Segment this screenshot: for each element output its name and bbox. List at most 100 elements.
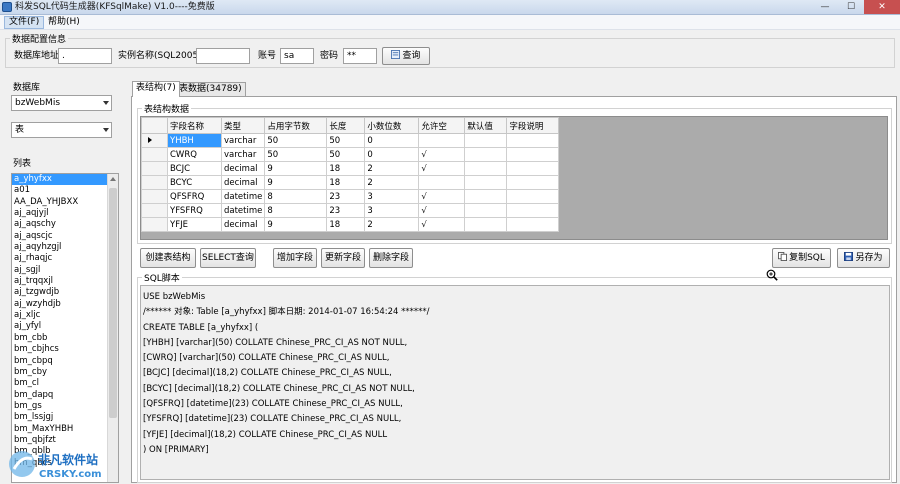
table-row[interactable]: YFSFRQ datetime 8 23 3 √ — [141, 203, 560, 218]
grid-cell[interactable] — [506, 175, 560, 190]
row-header[interactable] — [141, 175, 168, 190]
query-button[interactable]: 查询 — [382, 47, 430, 65]
column-header[interactable]: 小数位数 — [364, 117, 420, 134]
column-header[interactable]: 默认值 — [464, 117, 508, 134]
row-header[interactable] — [141, 203, 168, 218]
grid-cell[interactable]: varchar — [220, 147, 266, 162]
grid-cell[interactable]: 50 — [264, 147, 328, 162]
list-item[interactable]: bm_gs — [12, 401, 118, 412]
table-row[interactable]: BCJC decimal 9 18 2 √ — [141, 161, 560, 176]
grid-cell[interactable]: CWRQ — [167, 147, 222, 162]
grid-cell[interactable]: √ — [418, 203, 466, 218]
sql-script-box[interactable]: USE bzWebMis /****** 对象: Table [a_yhyfxx]… — [140, 285, 890, 480]
grid-cell[interactable] — [418, 133, 466, 148]
grid-cell[interactable]: 0 — [364, 147, 420, 162]
grid-cell[interactable]: √ — [418, 217, 466, 232]
grid-cell[interactable]: 9 — [264, 175, 328, 190]
grid-cell[interactable]: 18 — [326, 217, 366, 232]
close-button[interactable]: ✕ — [864, 0, 900, 14]
server-input[interactable]: . — [58, 48, 112, 64]
list-item[interactable]: bm_MaxYHBH — [12, 424, 118, 435]
grid-cell[interactable] — [464, 203, 508, 218]
grid-cell[interactable]: datetime — [220, 189, 266, 204]
grid-cell[interactable]: 2 — [364, 217, 420, 232]
table-row[interactable]: YHBH varchar 50 50 0 — [141, 133, 560, 148]
grid-cell[interactable]: BCJC — [167, 161, 222, 176]
list-item[interactable]: a01 — [12, 185, 118, 196]
list-item[interactable]: aj_sgjl — [12, 265, 118, 276]
grid-cell[interactable] — [418, 175, 466, 190]
password-input[interactable]: ** — [343, 48, 377, 64]
list-item[interactable]: aj_aqjyjl — [12, 208, 118, 219]
table-row[interactable]: CWRQ varchar 50 50 0 √ — [141, 147, 560, 162]
list-item[interactable]: bm_cby — [12, 367, 118, 378]
row-header[interactable] — [141, 147, 168, 162]
row-header[interactable] — [141, 133, 168, 148]
list-item[interactable]: aj_rhaqjc — [12, 253, 118, 264]
grid-cell[interactable]: varchar — [220, 133, 266, 148]
grid-cell[interactable]: √ — [418, 161, 466, 176]
list-item[interactable]: aj_wzyhdjb — [12, 299, 118, 310]
object-type-select[interactable]: 表 — [11, 122, 112, 138]
list-item[interactable]: aj_aqschy — [12, 219, 118, 230]
grid-cell[interactable]: BCYC — [167, 175, 222, 190]
grid-cell[interactable] — [464, 161, 508, 176]
grid-cell[interactable]: decimal — [220, 175, 266, 190]
grid-cell[interactable] — [506, 189, 560, 204]
grid-cell[interactable]: decimal — [220, 161, 266, 176]
column-header[interactable]: 长度 — [326, 117, 366, 134]
minimize-button[interactable]: — — [812, 0, 838, 14]
list-item[interactable]: AA_DA_YHJBXX — [12, 197, 118, 208]
grid-cell[interactable] — [464, 217, 508, 232]
grid-cell[interactable]: YFSFRQ — [167, 203, 222, 218]
grid-cell[interactable]: 9 — [264, 161, 328, 176]
grid-cell[interactable] — [464, 133, 508, 148]
list-item[interactable]: aj_xljc — [12, 310, 118, 321]
structure-grid[interactable]: 字段名称 类型 占用字节数 长度 小数位数 允许空 默认值 字段说明 YHBH varchar 5… — [140, 116, 888, 240]
list-item[interactable]: aj_trqqxjl — [12, 276, 118, 287]
grid-cell[interactable]: YFJE — [167, 217, 222, 232]
grid-cell[interactable]: 18 — [326, 175, 366, 190]
list-scrollbar[interactable] — [107, 174, 118, 482]
grid-cell[interactable] — [506, 203, 560, 218]
list-item[interactable]: bm_cbpq — [12, 356, 118, 367]
list-item[interactable]: aj_tzgwdjb — [12, 287, 118, 298]
grid-cell[interactable] — [506, 161, 560, 176]
add-field-button[interactable]: 增加字段 — [273, 248, 317, 268]
grid-cell[interactable] — [464, 147, 508, 162]
grid-cell[interactable]: 0 — [364, 133, 420, 148]
column-header[interactable]: 类型 — [220, 117, 266, 134]
list-item[interactable]: aj_yfyl — [12, 321, 118, 332]
grid-cell[interactable]: 50 — [264, 133, 328, 148]
save-as-button[interactable]: 另存为 — [837, 248, 890, 268]
grid-cell[interactable]: √ — [418, 189, 466, 204]
column-header[interactable]: 字段说明 — [506, 117, 560, 134]
list-item[interactable]: aj_aqyhzgjl — [12, 242, 118, 253]
select-query-button[interactable]: SELECT查询 — [200, 248, 256, 268]
grid-cell[interactable]: 50 — [326, 133, 366, 148]
scroll-up-icon[interactable] — [110, 177, 116, 181]
menu-file[interactable]: 文件(F) — [4, 16, 45, 29]
database-select[interactable]: bzWebMis — [11, 95, 112, 111]
grid-cell[interactable] — [464, 175, 508, 190]
grid-cell[interactable]: 23 — [326, 189, 366, 204]
list-item[interactable]: bm_qbjfzt — [12, 435, 118, 446]
grid-cell[interactable]: 3 — [364, 189, 420, 204]
grid-cell[interactable]: 23 — [326, 203, 366, 218]
grid-cell[interactable]: 50 — [326, 147, 366, 162]
table-listbox[interactable]: a_yhyfxx a01 AA_DA_YHJBXX aj_aqjyjl aj_aqsch… — [11, 173, 119, 483]
menu-help[interactable]: 帮助(H) — [44, 16, 84, 29]
grid-cell[interactable]: 2 — [364, 161, 420, 176]
grid-cell[interactable]: YHBH — [167, 133, 222, 148]
update-field-button[interactable]: 更新字段 — [321, 248, 365, 268]
tab-data[interactable]: 表数据(34789) — [175, 82, 246, 97]
row-header[interactable] — [141, 217, 168, 232]
table-row[interactable]: QFSFRQ datetime 8 23 3 √ — [141, 189, 560, 204]
grid-cell[interactable] — [464, 189, 508, 204]
delete-field-button[interactable]: 删除字段 — [369, 248, 413, 268]
list-item[interactable]: bm_cbjhcs — [12, 344, 118, 355]
list-item[interactable]: bm_lssjgj — [12, 412, 118, 423]
copy-sql-button[interactable]: 复制SQL — [772, 248, 831, 268]
list-item[interactable]: bm_cbb — [12, 333, 118, 344]
grid-cell[interactable]: 18 — [326, 161, 366, 176]
